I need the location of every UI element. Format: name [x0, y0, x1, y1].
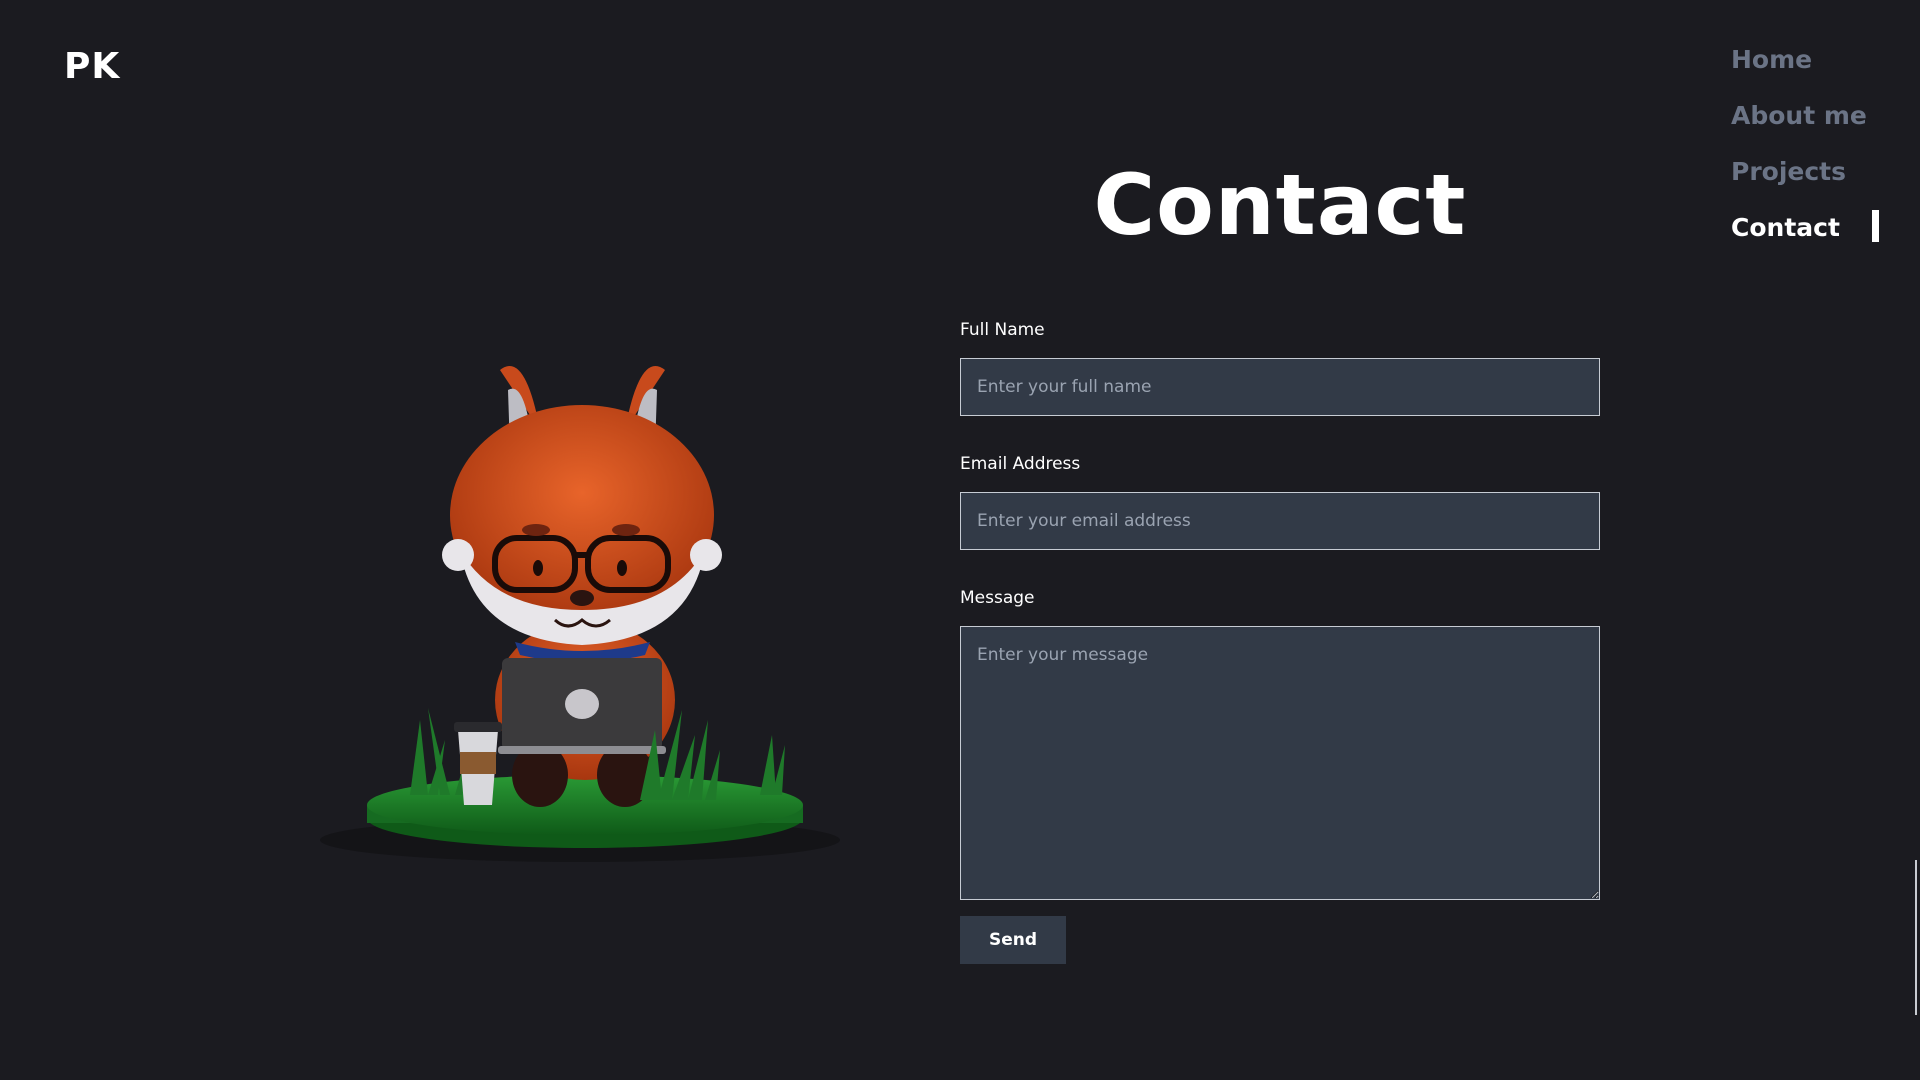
- full-name-label: Full Name: [960, 320, 1045, 340]
- site-logo[interactable]: PK: [64, 46, 120, 87]
- full-name-input[interactable]: [960, 358, 1600, 416]
- nav-item-about-me[interactable]: About me: [1731, 96, 1891, 152]
- active-nav-indicator: [1872, 210, 1879, 242]
- contact-form: Full Name Email Address Message Send: [960, 320, 1600, 964]
- nav-item-projects[interactable]: Projects: [1731, 152, 1891, 208]
- email-label: Email Address: [960, 454, 1081, 474]
- fox-with-laptop-illustration: [310, 340, 890, 880]
- contact-page: PK Home About me Projects Contact Contac…: [0, 0, 1920, 1080]
- send-button[interactable]: Send: [960, 916, 1066, 964]
- message-textarea[interactable]: [960, 626, 1600, 900]
- nav-item-home[interactable]: Home: [1731, 40, 1891, 96]
- main-nav: Home About me Projects Contact: [1731, 40, 1891, 264]
- email-input[interactable]: [960, 492, 1600, 550]
- message-label: Message: [960, 588, 1035, 608]
- page-title: Contact: [1093, 156, 1467, 254]
- nav-item-contact[interactable]: Contact: [1731, 208, 1891, 264]
- scrollbar-thumb[interactable]: [1915, 860, 1917, 1015]
